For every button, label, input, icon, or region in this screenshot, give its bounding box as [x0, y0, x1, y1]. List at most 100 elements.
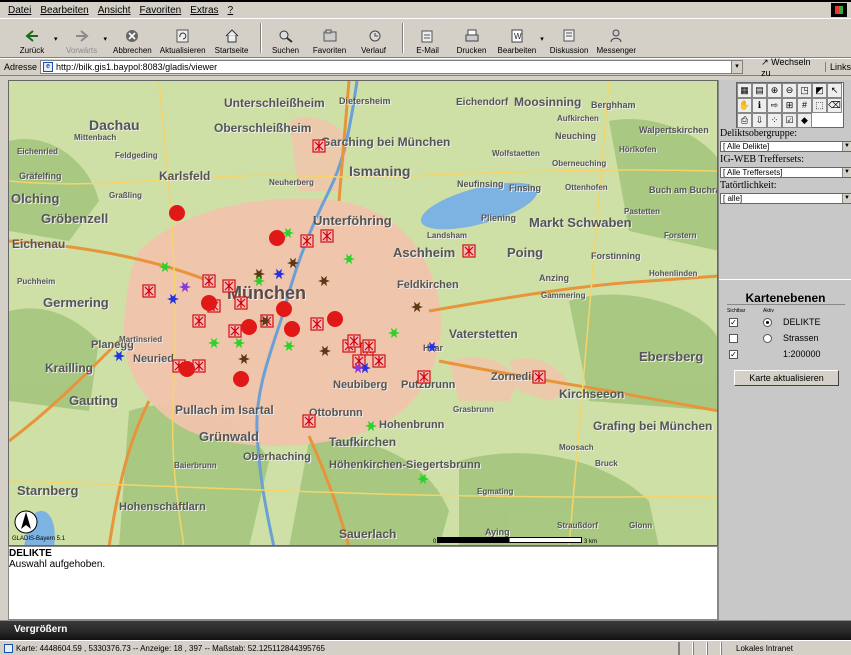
- incident-marker[interactable]: [417, 370, 431, 384]
- bookmark-icon[interactable]: ◆: [797, 113, 812, 128]
- menu-file[interactable]: Datei: [8, 5, 31, 16]
- menu-edit[interactable]: Bearbeiten: [40, 5, 88, 16]
- select-icon[interactable]: ⊞: [782, 98, 797, 113]
- incident-cluster-marker[interactable]: [284, 321, 300, 337]
- menu-view[interactable]: Ansicht: [98, 5, 131, 16]
- search-button[interactable]: Suchen: [268, 29, 304, 57]
- incident-star-marker[interactable]: [167, 293, 179, 305]
- tatort-select[interactable]: [ alle] ▼: [720, 193, 851, 204]
- incident-marker[interactable]: [302, 414, 316, 428]
- layer-visible-checkbox[interactable]: ✓: [729, 318, 738, 327]
- grid-icon[interactable]: #: [797, 98, 812, 113]
- incident-marker[interactable]: [372, 354, 386, 368]
- pan-hand-icon[interactable]: ✋: [737, 98, 752, 113]
- address-dropdown-icon[interactable]: ▾: [731, 60, 744, 74]
- incident-marker[interactable]: [142, 284, 156, 298]
- zoom-out-icon[interactable]: ⊖: [782, 83, 797, 98]
- incident-cluster-marker[interactable]: [233, 371, 249, 387]
- incident-star-marker[interactable]: [113, 350, 125, 362]
- pointer-icon[interactable]: ↖: [827, 83, 842, 98]
- incident-star-marker[interactable]: [343, 253, 355, 265]
- select-rect-icon[interactable]: ⬚: [812, 98, 827, 113]
- incident-star-marker[interactable]: [283, 340, 295, 352]
- refresh-button[interactable]: Aktualisieren: [160, 29, 206, 57]
- overview-tool-icon[interactable]: ▦: [737, 83, 752, 98]
- incident-star-marker[interactable]: [388, 327, 400, 339]
- incident-marker[interactable]: [362, 339, 376, 353]
- menu-help[interactable]: ?: [228, 5, 234, 16]
- incident-marker[interactable]: [202, 274, 216, 288]
- incident-star-marker[interactable]: [253, 275, 265, 287]
- enlarge-button[interactable]: Vergrößern: [14, 624, 67, 635]
- layer-visible-checkbox[interactable]: [729, 334, 738, 343]
- edit-dropdown-icon[interactable]: ▾: [540, 35, 544, 43]
- incident-star-marker[interactable]: [208, 337, 220, 349]
- map-view[interactable]: Unterschleißheim Dietersheim Eichendorf …: [8, 80, 718, 546]
- incident-cluster-marker[interactable]: [169, 205, 185, 221]
- incident-star-marker[interactable]: [253, 268, 265, 280]
- legend-icon[interactable]: ⁘: [767, 113, 782, 128]
- incident-marker[interactable]: [222, 279, 236, 293]
- incident-marker[interactable]: [320, 229, 334, 243]
- info-icon[interactable]: ℹ: [752, 98, 767, 113]
- incident-cluster-marker[interactable]: [276, 301, 292, 317]
- layer-tool-icon[interactable]: ▤: [752, 83, 767, 98]
- incident-cluster-marker[interactable]: [269, 230, 285, 246]
- incident-marker[interactable]: [192, 314, 206, 328]
- clear-icon[interactable]: ⌫: [827, 98, 842, 113]
- incident-marker[interactable]: [234, 296, 248, 310]
- incident-marker[interactable]: [300, 234, 314, 248]
- incident-star-marker[interactable]: [238, 353, 250, 365]
- incident-cluster-marker[interactable]: [327, 311, 343, 327]
- layer-active-radio[interactable]: [763, 318, 772, 327]
- discussion-button[interactable]: Diskussion: [550, 29, 588, 57]
- history-button[interactable]: Verlauf: [356, 29, 392, 57]
- incident-star-marker[interactable]: [318, 275, 330, 287]
- layer-active-radio[interactable]: [763, 334, 772, 343]
- incident-star-marker[interactable]: [411, 301, 423, 313]
- incident-star-marker[interactable]: [287, 257, 299, 269]
- incident-star-marker[interactable]: [365, 420, 377, 432]
- incident-star-marker[interactable]: [179, 281, 191, 293]
- print-button[interactable]: Drucken: [454, 29, 490, 57]
- menu-tools[interactable]: Extras: [190, 5, 218, 16]
- layer-visible-checkbox[interactable]: ✓: [729, 350, 738, 359]
- zoom-in-icon[interactable]: ⊕: [767, 83, 782, 98]
- incident-star-marker[interactable]: [273, 268, 285, 280]
- export-icon[interactable]: ⇩: [752, 113, 767, 128]
- incident-cluster-marker[interactable]: [241, 319, 257, 335]
- go-button[interactable]: ↗ Wechseln zu: [761, 57, 819, 78]
- favorites-button[interactable]: Favoriten: [312, 29, 348, 57]
- stop-button[interactable]: Abbrechen: [113, 29, 152, 57]
- incident-star-marker[interactable]: [426, 341, 438, 353]
- incident-marker[interactable]: [228, 324, 242, 338]
- back-dropdown-icon[interactable]: ▾: [54, 35, 58, 43]
- incident-cluster-marker[interactable]: [179, 361, 195, 377]
- query-icon[interactable]: ⇨: [767, 98, 782, 113]
- print-map-icon[interactable]: ⎙: [737, 113, 752, 128]
- messenger-button[interactable]: Messenger: [596, 29, 636, 57]
- incident-cluster-marker[interactable]: [201, 295, 217, 311]
- incident-marker[interactable]: [532, 370, 546, 384]
- menu-favorites[interactable]: Favoriten: [140, 5, 182, 16]
- home-button[interactable]: Startseite: [214, 29, 250, 57]
- back-button[interactable]: Zurück: [14, 29, 50, 57]
- incident-star-marker[interactable]: [233, 337, 245, 349]
- mail-button[interactable]: E-Mail: [410, 29, 446, 57]
- incident-star-marker[interactable]: [417, 473, 429, 485]
- delikt-select[interactable]: [ Alle Delikte] ▼: [720, 141, 851, 152]
- zoom-full-icon[interactable]: ◩: [812, 83, 827, 98]
- incident-marker[interactable]: [462, 244, 476, 258]
- edit-button[interactable]: W Bearbeiten: [498, 29, 536, 57]
- forward-button[interactable]: Vorwärts: [64, 29, 100, 57]
- incident-marker[interactable]: [312, 139, 326, 153]
- address-input[interactable]: e http://bilk.gis1.baypol:8083/gladis/vi…: [40, 60, 744, 74]
- ig-web-select[interactable]: [ Alle Treffersets] ▼: [720, 167, 851, 178]
- links-button[interactable]: Links: [824, 62, 851, 72]
- incident-star-marker[interactable]: [159, 261, 171, 273]
- checklist-icon[interactable]: ☑: [782, 113, 797, 128]
- incident-marker[interactable]: [347, 334, 361, 348]
- forward-dropdown-icon[interactable]: ▾: [104, 35, 108, 43]
- zoom-box-icon[interactable]: ◳: [797, 83, 812, 98]
- incident-marker[interactable]: [310, 317, 324, 331]
